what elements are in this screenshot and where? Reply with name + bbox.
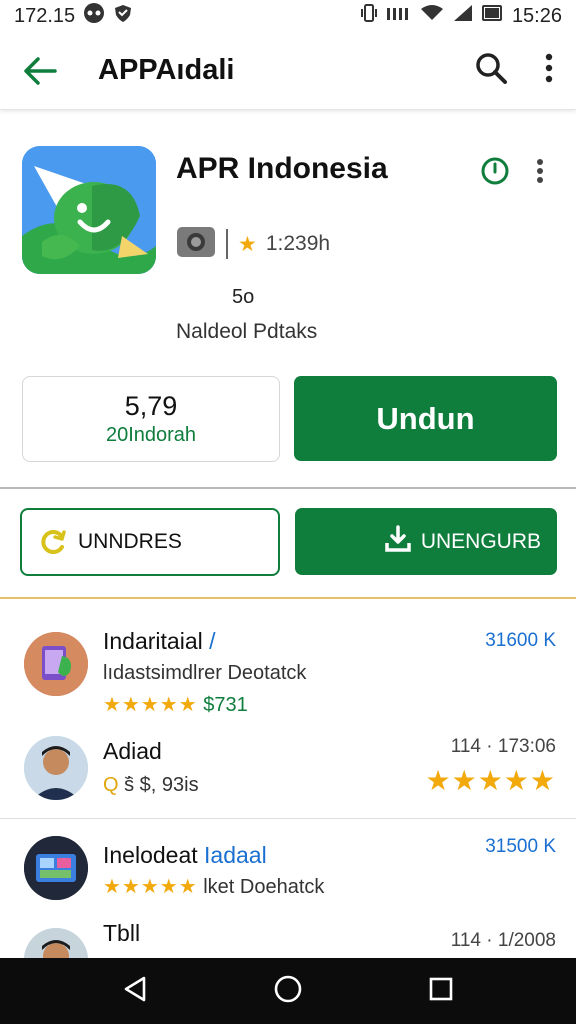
list-item-title: Adiad [103,738,162,764]
list-item-title: Inelodeat Iadaal [103,842,267,868]
shield-icon [113,3,133,29]
list-item[interactable]: Indaritaial / lıdastsimdlrer Deotatck ★★… [0,622,576,722]
app-bar-title: APPAıdali [98,54,235,86]
list-item-rating: ★★★★★ lket Doehatck [103,876,325,898]
avatar [24,632,88,696]
camera-icon [176,224,216,264]
list-item-meta: 114 · 173:06 [450,736,556,757]
list-item-title: Tbll [103,920,141,946]
section-divider [0,487,576,489]
nav-home-icon[interactable] [273,974,303,1009]
download-icon [385,524,411,559]
developer-name[interactable]: Naldeol Pdtaks [176,320,317,344]
app-more-vert-icon[interactable] [536,158,544,189]
list-item-size: 31500 K [485,836,556,857]
list-item-subtitle: Q ṡ᷈ $, 93is [103,774,199,796]
list-item-subtitle: lıdastsimdlrer Deotatck [103,662,307,684]
undo-button-label: UNNDRES [78,530,182,553]
timer-icon[interactable] [480,156,510,191]
avatar [24,736,88,800]
age-rating: 5o [232,286,255,308]
avatar [24,928,88,958]
meta-divider [226,229,228,259]
app-meta-row: ★ 1:239h [176,224,330,264]
list-item-rating: ★★★★★ $731 [103,694,248,716]
app-header: APR Indonesia ★ 1:239h 5o Naldeol Pdtaks [22,140,562,350]
app-icon [22,146,156,274]
nav-back-icon[interactable] [122,975,148,1008]
vibrate-icon [360,3,378,29]
list-item-title: Indaritaial / [103,628,216,654]
install-button[interactable]: Undun [294,376,557,461]
more-vert-icon[interactable] [544,53,554,88]
list-item-stars: ★★★★★ [425,765,556,796]
wifi-icon [420,4,444,28]
list-item[interactable]: Inelodeat Iadaal ★★★★★ lket Doehatck 315… [0,830,576,910]
price-box[interactable]: 5,79 20Indorah [22,376,280,462]
list-item-size: 31600 K [485,630,556,651]
list-divider [0,818,576,819]
section-divider-gold [0,597,576,599]
app-name: APR Indonesia [176,152,388,185]
status-time-right: 15:26 [511,4,562,27]
downloads-count: 20Indorah [105,424,197,446]
status-bar: 172.15 15:26 [0,0,576,32]
app-rating-text: 1:239h [265,232,331,255]
cell-signal-icon [452,4,474,28]
list-item[interactable]: Adiad Q ṡ᷈ $, 93is 114 · 173:06 ★★★★★ [0,728,576,818]
refresh-icon [40,528,68,556]
list-item[interactable]: Tbll 114 · 1/2008 [0,916,576,958]
notification-icon [83,2,105,30]
battery-icon [481,4,504,28]
system-nav-bar [0,958,576,1024]
price-value: 5,79 [124,391,178,421]
undo-button[interactable]: UNNDRES [20,508,280,576]
star-icon: ★ [238,232,258,256]
update-button[interactable]: UNENGURB [295,508,557,575]
avatar [24,836,88,900]
update-button-label: UNENGURB [420,529,541,553]
app-bar: APPAıdali [0,32,576,110]
signal-bars-icon [386,4,412,28]
list-item-meta: 114 · 1/2008 [450,930,556,951]
status-time-left: 172.15 [14,4,76,27]
search-icon[interactable] [474,51,508,90]
nav-recents-icon[interactable] [428,976,454,1007]
back-arrow-icon[interactable] [22,53,58,89]
